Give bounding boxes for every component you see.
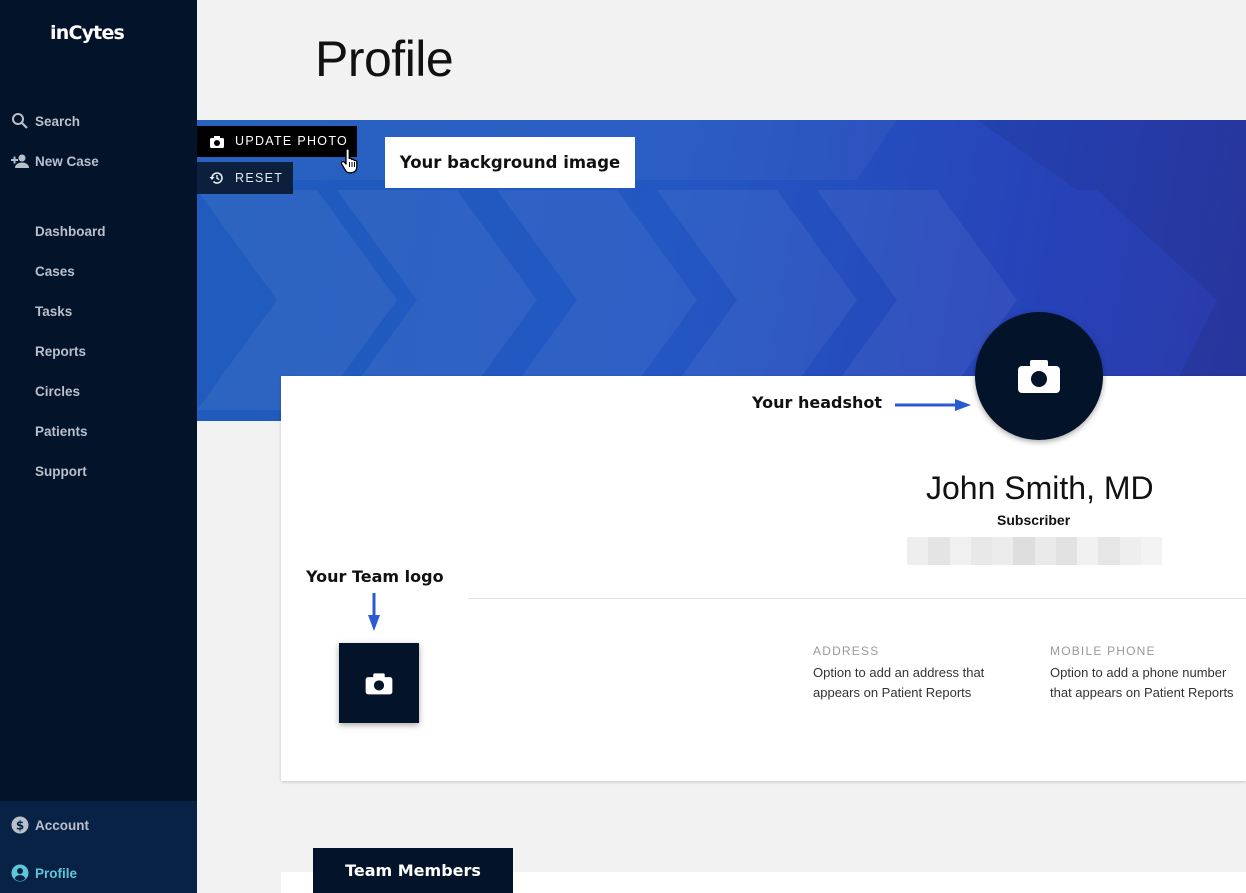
add-person-icon [11, 154, 29, 168]
profile-name: John Smith, MD [926, 470, 1154, 506]
sidebar-item-account[interactable]: $ Account [0, 807, 197, 843]
update-photo-button[interactable]: UPDATE PHOTO [197, 126, 357, 157]
sidebar-item-label: Account [35, 817, 89, 833]
sidebar-item-label: Dashboard [35, 223, 106, 239]
hand-cursor-icon [340, 148, 358, 174]
user-icon [11, 864, 29, 882]
camera-icon [365, 672, 393, 694]
sidebar-item-new-case[interactable]: New Case [0, 143, 197, 179]
app-logo[interactable]: inCytes [50, 22, 125, 44]
sidebar-item-circles[interactable]: Circles [0, 373, 197, 409]
address-label: ADDRESS [813, 644, 880, 658]
team-members-tab[interactable]: Team Members [313, 848, 513, 893]
profile-role: Subscriber [997, 512, 1071, 528]
page-title: Profile [315, 31, 454, 87]
card-divider [468, 598, 1246, 599]
search-icon [12, 113, 28, 129]
history-icon [209, 172, 223, 184]
arrow-down-icon [368, 593, 380, 631]
team-logo-upload[interactable] [339, 643, 419, 723]
sidebar-item-label: New Case [35, 153, 99, 169]
arrow-right-icon [895, 399, 971, 411]
reset-label: RESET [235, 171, 284, 185]
camera-icon [210, 136, 224, 148]
sidebar-item-patients[interactable]: Patients [0, 413, 197, 449]
dollar-icon: $ [11, 816, 29, 834]
sidebar-item-cases[interactable]: Cases [0, 253, 197, 289]
address-value[interactable]: Option to add an address that appears on… [813, 663, 1003, 703]
sidebar-item-reports[interactable]: Reports [0, 333, 197, 369]
sidebar-item-profile[interactable]: Profile [0, 855, 197, 891]
sidebar-item-tasks[interactable]: Tasks [0, 293, 197, 329]
sidebar-item-label: Patients [35, 423, 88, 439]
reset-button[interactable]: RESET [197, 162, 293, 194]
mobile-phone-label: MOBILE PHONE [1050, 644, 1156, 658]
sidebar-item-label: Search [35, 113, 81, 129]
sidebar-item-label: Circles [35, 383, 81, 399]
team-logo-callout: Your Team logo [306, 567, 444, 586]
sidebar-item-search[interactable]: Search [0, 103, 197, 139]
sidebar-item-label: Profile [35, 865, 78, 881]
svg-text:$: $ [16, 819, 24, 833]
background-image-callout: Your background image [385, 137, 635, 188]
headshot-callout: Your headshot [752, 393, 883, 412]
sidebar: inCytes Search New Case Dashboard Cases … [0, 0, 197, 893]
mobile-phone-value[interactable]: Option to add a phone number that appear… [1050, 663, 1246, 703]
sidebar-item-label: Tasks [35, 303, 73, 319]
sidebar-item-label: Support [35, 463, 87, 479]
sidebar-item-label: Cases [35, 263, 75, 279]
redacted-email [907, 537, 1162, 565]
sidebar-item-label: Reports [35, 343, 87, 359]
update-photo-label: UPDATE PHOTO [235, 134, 349, 148]
headshot-upload[interactable] [975, 312, 1103, 440]
sidebar-item-support[interactable]: Support [0, 453, 197, 489]
camera-icon [1018, 360, 1060, 393]
sidebar-item-dashboard[interactable]: Dashboard [0, 213, 197, 249]
